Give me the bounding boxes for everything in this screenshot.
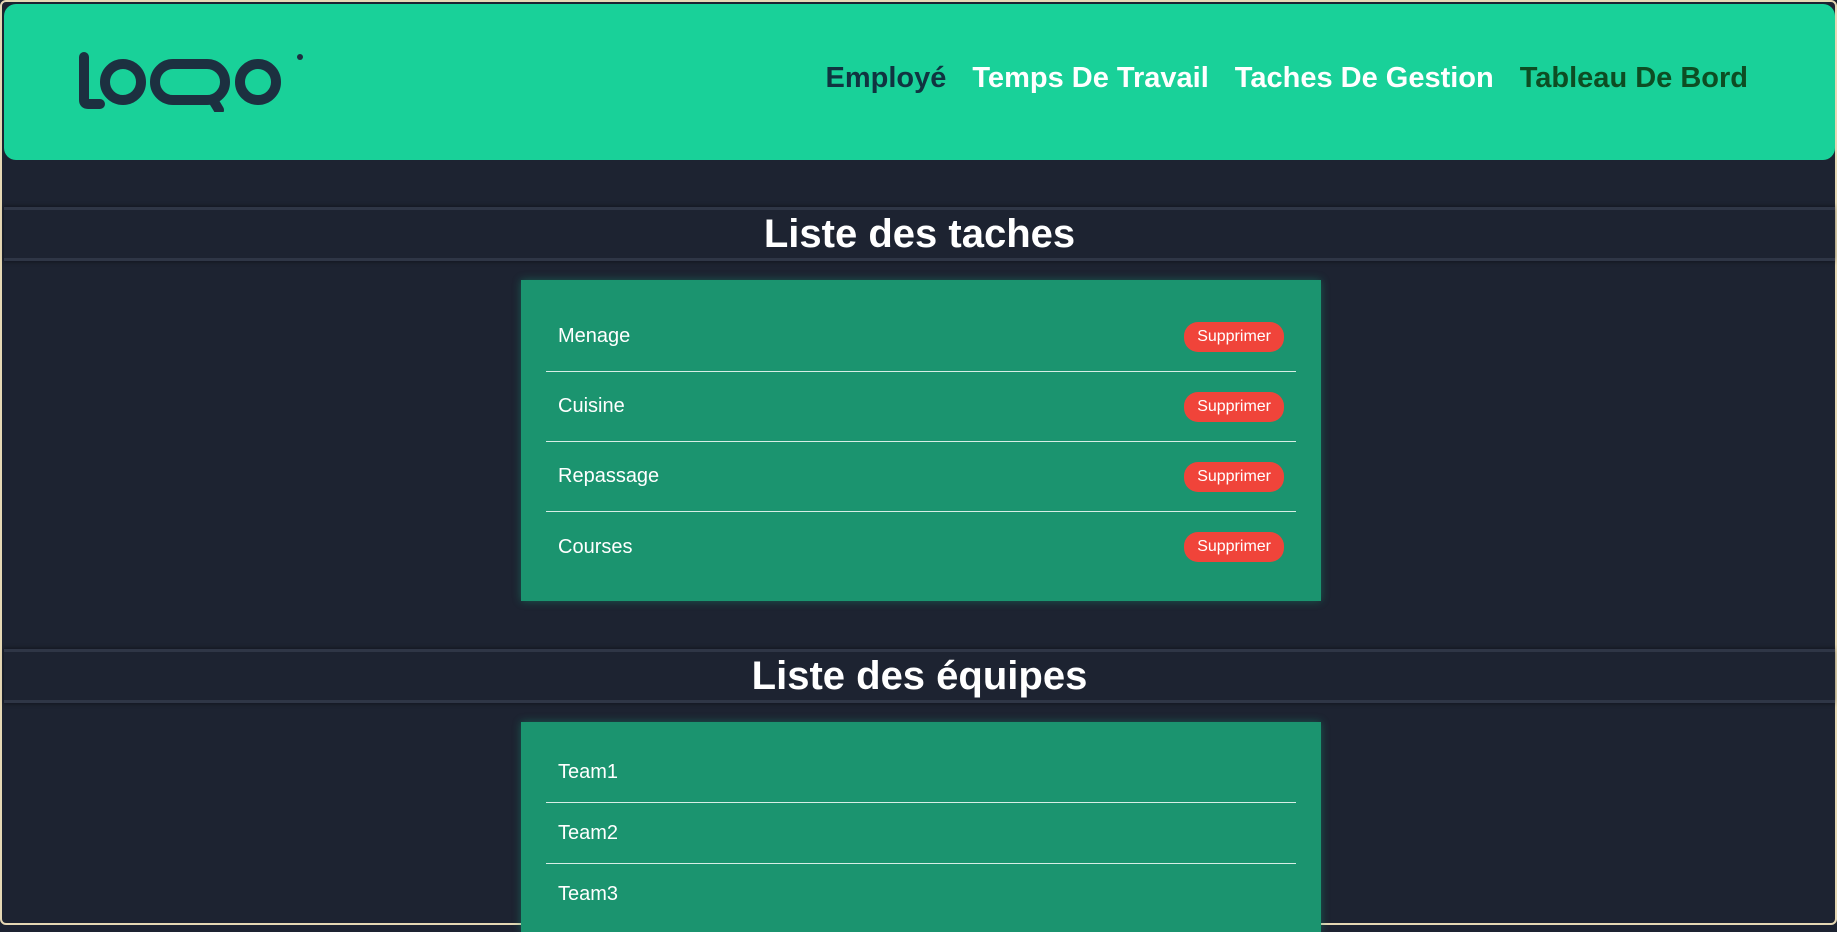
team-item: Team3 — [546, 864, 1296, 925]
task-name: Courses — [558, 535, 633, 558]
team-name: Team1 — [558, 760, 619, 783]
task-item: Cuisine Supprimer — [546, 372, 1296, 442]
task-item: Menage Supprimer — [546, 302, 1296, 372]
delete-task-button[interactable]: Supprimer — [1184, 532, 1284, 562]
team-item: Team2 — [546, 803, 1296, 864]
teams-title: Liste des équipes — [751, 654, 1088, 698]
task-item: Repassage Supprimer — [546, 442, 1296, 512]
nav-temps-de-travail[interactable]: Temps De Travail — [972, 62, 1208, 95]
task-name: Menage — [558, 325, 631, 347]
team-name: Team2 — [558, 821, 619, 844]
nav-tableau-de-bord[interactable]: Tableau De Bord — [1520, 62, 1748, 95]
nav-taches-de-gestion[interactable]: Taches De Gestion — [1235, 62, 1494, 95]
tasks-list: Menage Supprimer Cuisine Supprimer Repas… — [521, 280, 1321, 601]
teams-list: Team1 Team2 Team3 — [521, 722, 1321, 932]
delete-task-button[interactable]: Supprimer — [1184, 321, 1284, 352]
top-header: Employé Temps De Travail Taches De Gesti… — [4, 4, 1835, 160]
delete-task-button[interactable]: Supprimer — [1184, 461, 1284, 492]
team-item: Team1 — [546, 742, 1296, 803]
delete-task-button[interactable]: Supprimer — [1184, 391, 1284, 422]
team-name: Team3 — [558, 883, 619, 905]
tasks-title: Liste des taches — [763, 212, 1076, 256]
nav-employe[interactable]: Employé — [826, 62, 947, 95]
teams-title-band: Liste des équipes — [4, 649, 1835, 703]
logo[interactable] — [78, 52, 304, 112]
task-item: Courses Supprimer — [546, 512, 1296, 582]
task-name: Repassage — [558, 465, 660, 487]
task-name: Cuisine — [558, 395, 625, 417]
main-nav: Employé Temps De Travail Taches De Gesti… — [826, 62, 1749, 95]
tasks-title-band: Liste des taches — [4, 207, 1835, 261]
